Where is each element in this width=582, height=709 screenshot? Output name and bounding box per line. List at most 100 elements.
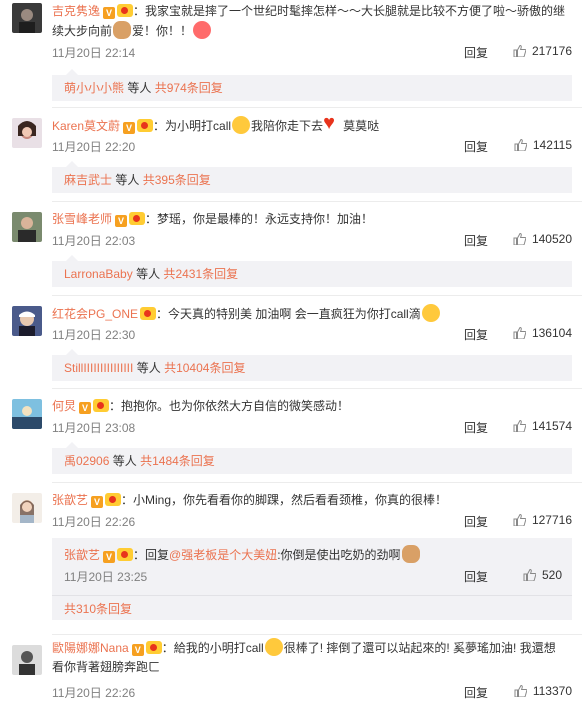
reply-count-link[interactable]: 共2431条回复 [163, 267, 238, 281]
comment-text: 莫莫哒 [343, 119, 380, 133]
people-suffix: 等人 [115, 173, 140, 187]
avatar[interactable] [12, 645, 42, 675]
verified-badge-icon: V [123, 122, 136, 134]
sub-replies-box[interactable]: 禹02906 等人 共1484条回复 [52, 442, 572, 474]
comment-text: 续大步向前 [52, 24, 113, 38]
like-count: 140520 [531, 232, 572, 246]
username[interactable]: 张歆艺 [52, 493, 88, 507]
timestamp: 11月20日 22:03 [52, 234, 136, 248]
sub-reply-user[interactable]: 禹02906 [64, 454, 109, 468]
reply-button[interactable]: 回复 [464, 419, 488, 436]
like-button[interactable]: 140520 [513, 232, 572, 246]
sub-replies-box[interactable]: LarronaBaby 等人 共2431条回复 [52, 255, 572, 287]
member-badge-icon [129, 212, 146, 225]
people-suffix: 等人 [127, 81, 152, 95]
reply-button[interactable]: 回复 [464, 232, 488, 249]
reply-button[interactable]: 回复 [464, 44, 488, 61]
like-button[interactable]: 141574 [513, 419, 572, 433]
like-count: 113370 [532, 684, 572, 698]
comment-text: ：回复 [133, 548, 170, 562]
timestamp: 11月20日 22:30 [52, 328, 136, 342]
username[interactable]: 红花会PG_ONE [52, 307, 138, 321]
like-button[interactable]: 142115 [514, 138, 572, 152]
people-suffix: 等人 [136, 361, 161, 375]
member-badge-icon [137, 119, 154, 132]
like-button[interactable]: 520 [523, 568, 562, 582]
avatar[interactable] [12, 306, 42, 336]
verified-badge-icon: V [91, 496, 104, 508]
comment-text: ：小Ming，你先看看你的脚踝，然后看看颈椎，你真的很棒！ [121, 493, 448, 507]
love-eyes-emoji-icon [193, 21, 212, 39]
comment-text: ：梦瑶，你是最棒的！永远支持你！加油！ [145, 212, 374, 226]
username[interactable]: 何炅 [52, 399, 76, 413]
reply-button[interactable]: 回复 [464, 326, 488, 343]
comment-feed: 吉克隽逸 V ：我家宝就是摔了一个世纪时髦摔怎样～～大长腿就是比较不方便了啦～骄傲的… [0, 0, 582, 709]
sub-replies-box[interactable]: 萌小小小熊 等人 共974条回复 [52, 69, 572, 101]
username[interactable]: 张歆艺 [64, 548, 100, 562]
sub-replies-box[interactable]: 麻吉武士 等人 共395条回复 [52, 161, 572, 193]
avatar[interactable] [12, 493, 42, 523]
comment-text: ：我家宝就是摔了一个世纪时髦摔怎样～～大长腿就是比较不方便了啦～骄傲的继 [133, 4, 566, 18]
verified-badge-icon: V [131, 644, 144, 656]
comment-text: 爱！你！！ [132, 24, 193, 38]
people-suffix: 等人 [136, 267, 161, 281]
comment-text: ：抱抱你。也为你依然大方自信的微笑感动！ [109, 399, 350, 413]
member-badge-icon [145, 641, 162, 654]
member-badge-icon [117, 548, 134, 561]
avatar[interactable] [12, 399, 42, 429]
reply-count-link[interactable]: 共974条回复 [155, 81, 223, 95]
verified-badge-icon: V [115, 215, 128, 227]
timestamp: 11月20日 23:08 [52, 421, 136, 435]
comment-text: 很棒了! 摔倒了還可以站起來的! 奚夢瑤加油! 我還想 [283, 641, 556, 655]
like-button[interactable]: 113370 [514, 684, 572, 698]
reply-count-link[interactable]: 共10404条回复 [164, 361, 245, 375]
like-button[interactable]: 217176 [513, 44, 572, 58]
avatar[interactable] [12, 212, 42, 242]
member-badge-icon [117, 4, 134, 17]
timestamp: 11月20日 22:26 [52, 686, 136, 700]
sub-reply-user[interactable]: 萌小小小熊 [64, 81, 124, 95]
reply-button[interactable]: 回复 [464, 138, 488, 155]
more-replies-link[interactable]: 共310条回复 [64, 600, 132, 617]
mention-link[interactable]: @强老板是个大美妞 [169, 548, 277, 562]
sub-reply-user[interactable]: StillIIIIIIIIIIIIIII [64, 361, 133, 375]
avatar[interactable] [12, 118, 42, 148]
clap-emoji-icon [421, 304, 440, 322]
like-count: 127716 [531, 513, 572, 527]
dog-emoji-icon [113, 21, 132, 39]
reply-count-link[interactable]: 共395条回复 [143, 173, 211, 187]
reply-button[interactable]: 回复 [464, 513, 488, 530]
sub-reply-user[interactable]: 麻吉武士 [64, 173, 112, 187]
comment-text: ：給我的小明打call [161, 641, 264, 655]
reply-count-link[interactable]: 共1484条回复 [140, 454, 215, 468]
verified-badge-icon: V [103, 7, 116, 19]
member-badge-icon [140, 307, 157, 320]
username[interactable]: 歐陽娜娜Nana [52, 641, 129, 655]
thumb-up-icon [513, 233, 526, 245]
avatar[interactable] [12, 3, 42, 33]
timestamp: 11月20日 23:25 [64, 570, 148, 584]
comment-text: 我陪你走下去 [251, 119, 324, 133]
timestamp: 11月20日 22:14 [52, 46, 136, 60]
comment-text: 看你背著翅膀奔跑ㄈ [52, 660, 161, 674]
dog-emoji-icon [401, 545, 420, 563]
like-button[interactable]: 136104 [513, 326, 572, 340]
like-count: 520 [541, 568, 562, 582]
username[interactable]: Karen莫文蔚 [52, 119, 120, 133]
thumb-up-icon [513, 514, 526, 526]
thumb-up-icon [514, 685, 527, 697]
heart-icon [323, 114, 342, 134]
username[interactable]: 张雪峰老师 [52, 212, 112, 226]
thumb-up-icon [513, 420, 526, 432]
sub-reply-user[interactable]: LarronaBaby [64, 267, 133, 281]
reply-button[interactable]: 回复 [464, 568, 488, 585]
like-button[interactable]: 127716 [513, 513, 572, 527]
comment-text: :你倒是使出吃奶的劲啊 [277, 548, 401, 562]
sub-replies-box[interactable]: StillIIIIIIIIIIIIIII 等人 共10404条回复 [52, 349, 572, 381]
thumb-up-icon [523, 569, 536, 581]
username[interactable]: 吉克隽逸 [52, 4, 100, 18]
thumb-up-icon [513, 327, 526, 339]
reply-button[interactable]: 回复 [464, 684, 488, 701]
comment-text: ：为小明打call [153, 119, 232, 133]
like-count: 142115 [532, 138, 572, 152]
